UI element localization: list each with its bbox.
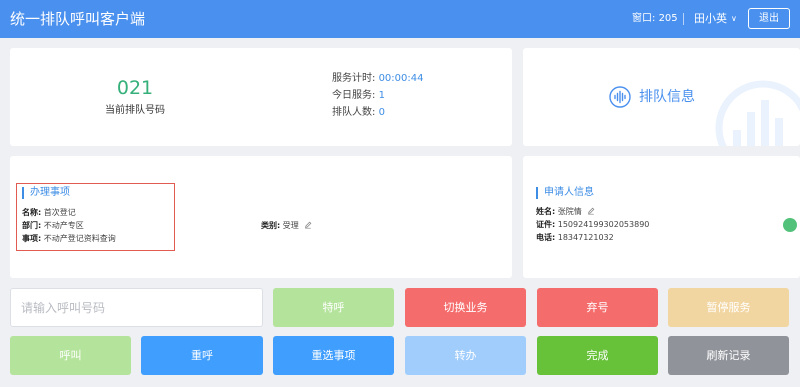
today-service: 今日服务: 1	[332, 89, 385, 103]
applicant-id-field: 证件: 150924199302053890	[536, 219, 649, 230]
business-item-card: 办理事项 名称: 首次登记 部门: 不动产专区 事项: 不动产登记资料查询 类别…	[10, 156, 512, 278]
business-item-label: 事项:	[22, 234, 42, 243]
applicant-phone-value: 18347121032	[557, 233, 614, 242]
app-title: 统一排队呼叫客户端	[10, 10, 146, 28]
applicant-phone-field: 电话: 18347121032	[536, 232, 614, 243]
queue-count-value: 0	[378, 107, 385, 118]
queue-info-button[interactable]: 排队信息	[609, 86, 695, 108]
business-name-field: 名称: 首次登记	[22, 207, 76, 218]
top-bar: 统一排队呼叫客户端 窗口: 205 田小英 ∨ 退出	[0, 0, 800, 38]
current-queue-number-label: 当前排队号码	[105, 105, 165, 116]
applicant-info-card: 申请人信息 姓名: 张院情 证件: 150924199302053890 电话:…	[523, 156, 800, 278]
decorative-wave-icon	[715, 80, 800, 146]
today-service-value: 1	[378, 90, 385, 101]
pause-service-button[interactable]: 暂停服务	[668, 288, 789, 327]
service-timer: 服务计时: 00:00:44	[332, 72, 423, 86]
today-service-label: 今日服务:	[332, 90, 376, 101]
call-button[interactable]: 呼叫	[10, 336, 131, 375]
service-timer-label: 服务计时:	[332, 73, 376, 84]
complete-button[interactable]: 完成	[537, 336, 658, 375]
recall-button[interactable]: 重呼	[141, 336, 263, 375]
call-number-input[interactable]	[10, 288, 263, 327]
reselect-item-button[interactable]: 重选事项	[273, 336, 394, 375]
user-menu[interactable]: 田小英 ∨	[694, 11, 737, 27]
special-call-button[interactable]: 特呼	[273, 288, 394, 327]
business-category-field: 类别: 受理	[261, 220, 312, 231]
window-number: 205	[658, 13, 678, 24]
business-section-title: 办理事项	[22, 187, 70, 199]
edit-icon[interactable]	[587, 207, 595, 215]
applicant-section-title: 申请人信息	[536, 187, 594, 199]
applicant-name-value: 张院情	[557, 207, 582, 216]
queue-count-label: 排队人数:	[332, 107, 376, 118]
applicant-id-value: 150924199302053890	[557, 220, 650, 229]
applicant-id-label: 证件:	[536, 220, 556, 229]
service-status-card: 021 当前排队号码 服务计时: 00:00:44 今日服务: 1 排队人数: …	[10, 48, 512, 146]
logout-button[interactable]: 退出	[748, 8, 790, 29]
applicant-phone-label: 电话:	[536, 233, 556, 242]
refresh-records-button[interactable]: 刷新记录	[668, 336, 789, 375]
queue-info-card: 排队信息	[523, 48, 800, 146]
business-category-label: 类别:	[261, 221, 281, 230]
audio-wave-icon	[609, 86, 631, 108]
window-info: 窗口: 205	[632, 12, 678, 26]
chevron-down-icon: ∨	[731, 14, 737, 23]
business-item-value: 不动产登记资料查询	[43, 234, 116, 243]
floating-assistant-icon[interactable]	[783, 218, 797, 232]
business-dept-value: 不动产专区	[43, 221, 84, 230]
business-name-label: 名称:	[22, 208, 42, 217]
business-dept-field: 部门: 不动产专区	[22, 220, 84, 231]
switch-business-button[interactable]: 切换业务	[405, 288, 526, 327]
queue-count: 排队人数: 0	[332, 106, 385, 120]
service-timer-value: 00:00:44	[378, 73, 424, 84]
applicant-name-field: 姓名: 张院情	[536, 206, 595, 217]
user-name: 田小英	[694, 12, 727, 25]
current-queue-number: 021	[116, 77, 154, 99]
abandon-number-button[interactable]: 弃号	[537, 288, 658, 327]
business-dept-label: 部门:	[22, 221, 42, 230]
business-category-value: 受理	[282, 221, 299, 230]
edit-icon[interactable]	[304, 221, 312, 229]
applicant-name-label: 姓名:	[536, 207, 556, 216]
queue-info-label: 排队信息	[639, 89, 695, 105]
business-item-field: 事项: 不动产登记资料查询	[22, 233, 116, 244]
header-divider	[683, 13, 684, 25]
transfer-button[interactable]: 转办	[405, 336, 526, 375]
window-label: 窗口:	[632, 13, 656, 24]
business-name-value: 首次登记	[43, 208, 76, 217]
